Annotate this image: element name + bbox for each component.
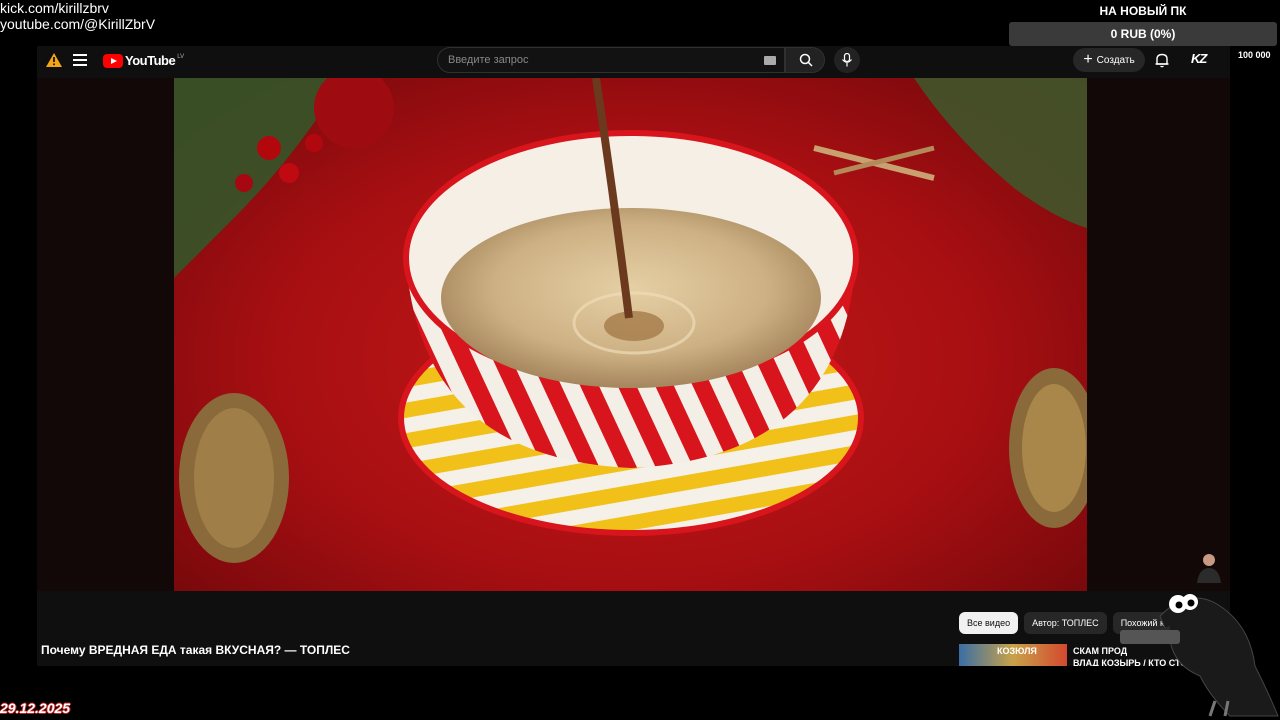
create-label: Создать (1096, 54, 1135, 66)
youtube-topbar: YouTube LV + Создать KZ (37, 46, 1230, 76)
youtube-play-icon (103, 53, 123, 68)
video-player[interactable] (37, 78, 1230, 591)
donation-progress-bar: 0 RUB (0%) (1009, 22, 1277, 46)
stream-links: kick.com/kirillzbrv youtube.com/@KirillZ… (0, 0, 155, 32)
donation-max-label: 100 000 (1238, 50, 1271, 60)
warning-icon[interactable] (46, 53, 62, 67)
video-title: Почему ВРЕДНАЯ ЕДА такая ВКУСНАЯ? — ТОПЛ… (41, 643, 350, 657)
search-box (437, 47, 785, 73)
create-button[interactable]: + Создать (1073, 48, 1145, 72)
youtube-link: youtube.com/@KirillZbrV (0, 16, 156, 32)
chip-all-videos[interactable]: Все видео (959, 612, 1019, 634)
thumbnail-text: КОЗЮЛЯ (997, 646, 1037, 656)
youtube-window: YouTube LV + Создать KZ (37, 46, 1230, 666)
microphone-icon (842, 53, 852, 67)
donation-goal-widget: НА НОВЫЙ ПК 0 RUB (0%) (1009, 0, 1277, 46)
country-code: LV (177, 53, 185, 60)
video-frame[interactable] (174, 78, 1087, 591)
donation-goal-title: НА НОВЫЙ ПК (1099, 4, 1187, 18)
search-input[interactable] (438, 48, 738, 72)
menu-icon[interactable] (73, 54, 87, 66)
streamer-camera (1197, 554, 1221, 583)
youtube-logo[interactable]: YouTube LV (103, 53, 184, 68)
kick-link: kick.com/kirillzbrv (0, 0, 109, 16)
video-scene (174, 78, 1087, 563)
keyboard-icon[interactable] (764, 56, 776, 65)
youtube-logo-text: YouTube (125, 53, 176, 68)
donation-progress-text: 0 RUB (0%) (1110, 27, 1176, 41)
crow-mascot-overlay (1120, 594, 1279, 717)
chip-author[interactable]: Автор: ТОПЛЕС (1024, 612, 1107, 634)
notifications-bell-icon[interactable] (1154, 52, 1170, 68)
plus-icon: + (1083, 51, 1093, 68)
voice-search-button[interactable] (834, 47, 860, 73)
user-avatar[interactable]: KZ (1191, 51, 1211, 69)
search-icon (799, 53, 813, 67)
stream-date: 29.12.2025 (0, 700, 71, 716)
search-button[interactable] (785, 47, 825, 73)
recommended-thumbnail[interactable]: КОЗЮЛЯ (959, 644, 1067, 666)
